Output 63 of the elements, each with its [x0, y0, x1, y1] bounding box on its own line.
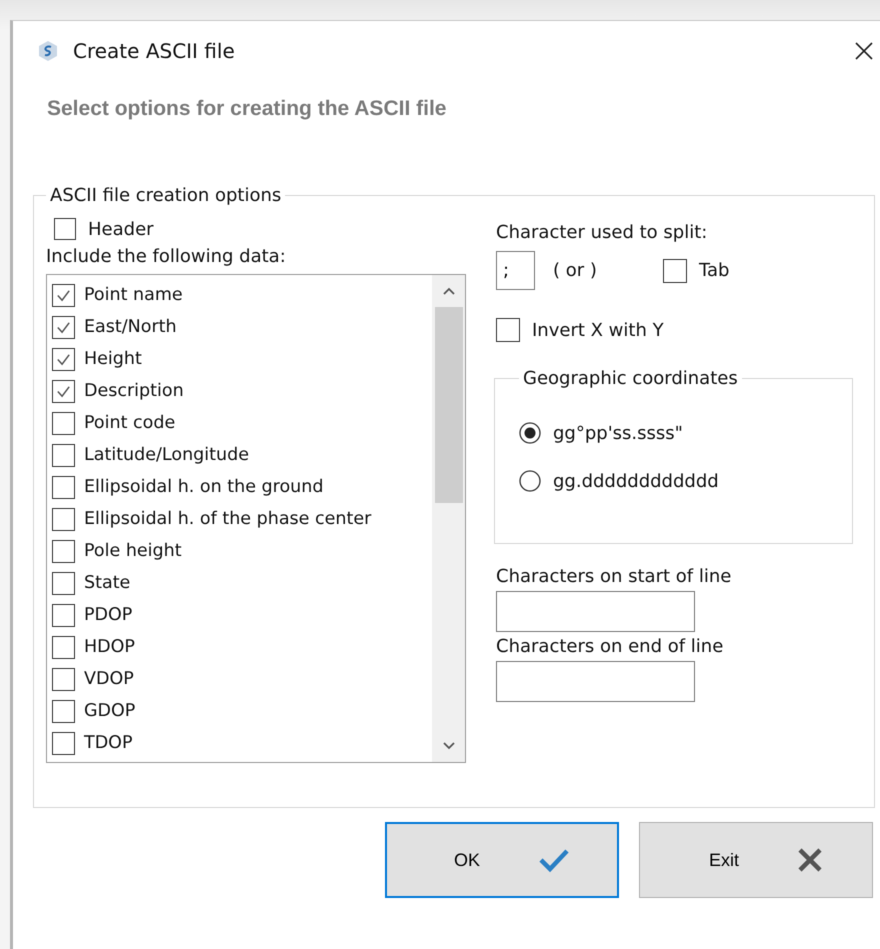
radio-label[interactable]: gg°pp'ss.ssss" [553, 422, 683, 444]
checkbox[interactable] [52, 444, 75, 466]
checkbox-label[interactable]: Ellipsoidal h. of the phase center [84, 509, 372, 529]
checkbox-label[interactable]: Ellipsoidal h. on the ground [84, 477, 324, 497]
checkbox[interactable] [52, 636, 75, 658]
checkbox-label[interactable]: HDOP [84, 637, 135, 657]
radio-button[interactable] [519, 470, 541, 492]
checkbox[interactable] [52, 476, 75, 498]
checkbox-label[interactable]: Pole height [84, 541, 182, 561]
scrollbar[interactable] [432, 275, 465, 762]
scroll-thumb[interactable] [434, 307, 462, 503]
checkbox[interactable] [52, 284, 75, 306]
checkbox-label[interactable]: Header [88, 218, 154, 240]
checkbox-label[interactable]: State [84, 573, 130, 593]
end-line-field[interactable] [496, 661, 695, 702]
checkbox[interactable] [52, 732, 75, 754]
field-label: Characters on end of line [496, 636, 724, 657]
field-label: Include the following data: [46, 246, 287, 269]
dialog-subtitle: Select options for creating the ASCII file [47, 97, 448, 122]
checkbox[interactable] [52, 412, 75, 434]
close-icon [797, 847, 823, 873]
app-icon [37, 40, 59, 62]
checkbox[interactable] [496, 318, 520, 342]
checkbox[interactable] [52, 668, 75, 690]
exit-button[interactable]: Exit [639, 822, 873, 898]
checkbox-label[interactable]: TDOP [84, 733, 132, 753]
field-label: Characters on start of line [496, 566, 732, 587]
checkbox[interactable] [52, 540, 75, 562]
checkbox-label[interactable]: Tab [699, 260, 730, 281]
close-icon [854, 41, 874, 61]
or-label: ( or ) [553, 260, 598, 281]
checkbox[interactable] [663, 258, 687, 282]
checkbox-label[interactable]: Point name [84, 285, 183, 305]
checkbox-label[interactable]: Description [84, 381, 184, 401]
checkbox[interactable] [52, 316, 75, 338]
checkbox-label[interactable]: PDOP [84, 605, 132, 625]
group-title: ASCII file creation options [49, 185, 282, 206]
checkbox[interactable] [52, 380, 75, 402]
checkbox[interactable] [52, 508, 75, 530]
group-title: Geographic coordinates [522, 368, 739, 389]
checkbox[interactable] [52, 572, 75, 594]
start-line-field[interactable] [496, 591, 695, 632]
radio-button[interactable] [519, 422, 541, 444]
checkbox-label[interactable]: Latitude/Longitude [84, 445, 249, 465]
checkbox[interactable] [52, 700, 75, 722]
radio-label[interactable]: gg.dddddddddddd [553, 470, 719, 492]
close-button[interactable] [854, 41, 874, 61]
checkbox-label[interactable]: Point code [84, 413, 176, 433]
split-character-field[interactable]: ; [496, 251, 535, 290]
checkbox-label[interactable]: Height [84, 349, 142, 369]
checkbox-label[interactable]: Invert X with Y [532, 320, 664, 340]
checkbox-label[interactable]: East/North [84, 317, 177, 337]
field-label: Character used to split: [496, 222, 708, 243]
checkbox[interactable] [52, 348, 75, 370]
checkbox-label[interactable]: VDOP [84, 669, 134, 689]
checkbox[interactable] [52, 604, 75, 626]
checkbox-label[interactable]: GDOP [84, 701, 136, 721]
scroll-down-icon [440, 740, 456, 752]
ok-button[interactable]: OK [385, 822, 619, 898]
checkbox[interactable] [54, 218, 76, 240]
scroll-up-icon [440, 285, 456, 297]
check-icon [538, 847, 570, 873]
window-title: Create ASCII file [73, 39, 235, 63]
